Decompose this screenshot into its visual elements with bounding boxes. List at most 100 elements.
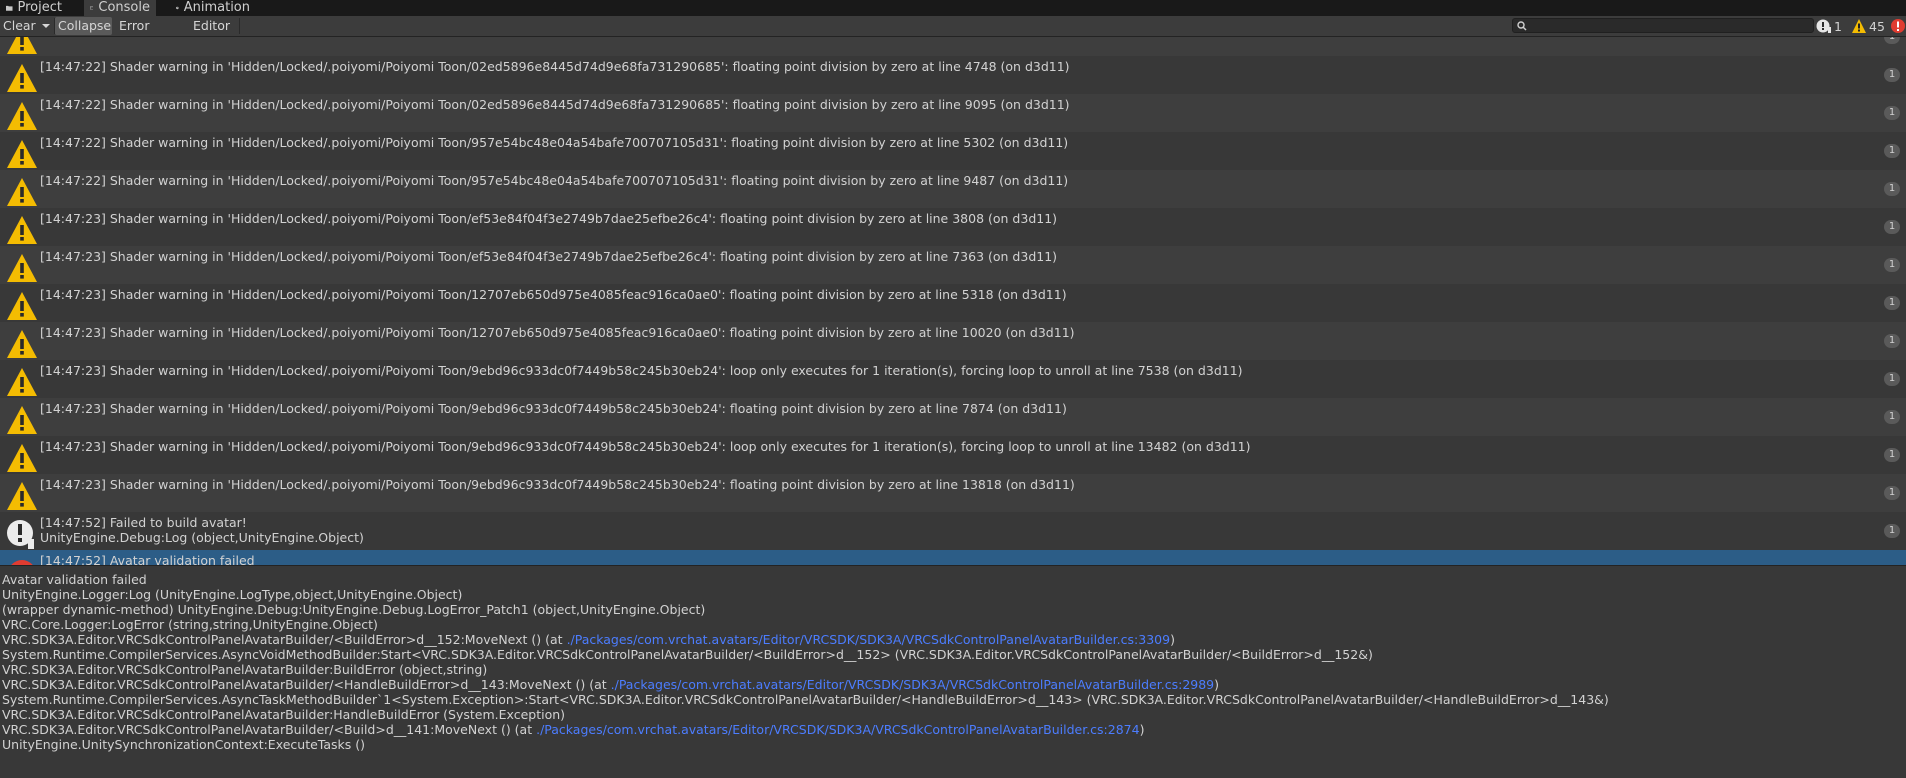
log-entry[interactable]: [14:47:52] Avatar validation failed: [0, 550, 1906, 565]
collapse-count-badge: 1: [1884, 524, 1900, 538]
log-entry[interactable]: [14:47:23] Shader warning in 'Hidden/Loc…: [0, 246, 1906, 284]
log-entry-detail: UnityEngine.Debug:Log (object,UnityEngin…: [40, 530, 364, 545]
stack-trace-text: System.Runtime.CompilerServices.AsyncVoi…: [2, 647, 1373, 662]
stack-trace-line: VRC.Core.Logger:LogError (string,string,…: [2, 617, 378, 632]
log-count: 1: [1834, 18, 1842, 34]
log-entry[interactable]: [14:47:22] Shader warning in 'Hidden/Loc…: [0, 132, 1906, 170]
stack-trace-line: UnityEngine.Logger:Log (UnityEngine.LogT…: [2, 587, 462, 602]
tab-animation[interactable]: Animation: [170, 0, 256, 16]
stack-trace-text: VRC.SDK3A.Editor.VRCSdkControlPanelAvata…: [2, 632, 567, 647]
log-entry-message: [14:47:23] Shader warning in 'Hidden/Loc…: [40, 439, 1251, 454]
log-entry-message: [14:47:23] Shader warning in 'Hidden/Loc…: [40, 249, 1058, 264]
log-entry[interactable]: [14:47:22] Shader warning in 'Hidden/Loc…: [0, 56, 1906, 94]
collapse-toggle[interactable]: Collapse: [55, 17, 112, 35]
tab-animation-label: Animation: [183, 0, 250, 15]
warning-icon: [1852, 19, 1866, 33]
log-entry[interactable]: [14:47:22] Shader warning in 'Hidden/Loc…: [0, 170, 1906, 208]
error-count-toggle[interactable]: [1890, 16, 1906, 36]
warning-count: 45: [1869, 18, 1885, 34]
error-pause-toggle[interactable]: Error Pause: [116, 17, 188, 51]
log-entry[interactable]: 1: [0, 37, 1906, 56]
stack-trace-suffix: ): [1214, 677, 1220, 692]
stack-trace-line: VRC.SDK3A.Editor.VRCSdkControlPanelAvata…: [2, 677, 1219, 692]
collapse-count-badge: 1: [1884, 486, 1900, 500]
log-entry[interactable]: [14:47:23] Shader warning in 'Hidden/Loc…: [0, 322, 1906, 360]
chevron-down-icon: [42, 24, 50, 28]
log-entry-message: [14:47:22] Shader warning in 'Hidden/Loc…: [40, 97, 1070, 112]
source-file-link[interactable]: ./Packages/com.vrchat.avatars/Editor/VRC…: [611, 677, 1215, 692]
collapse-count-badge: 1: [1884, 182, 1900, 196]
stack-trace-text: VRC.SDK3A.Editor.VRCSdkControlPanelAvata…: [2, 707, 566, 722]
stack-trace-text: (wrapper dynamic-method) UnityEngine.Deb…: [2, 602, 706, 617]
stack-trace-text: UnityEngine.UnitySynchronizationContext:…: [2, 737, 366, 752]
collapse-count-badge: 1: [1884, 372, 1900, 386]
log-entry[interactable]: [14:47:23] Shader warning in 'Hidden/Loc…: [0, 474, 1906, 512]
log-entry-message: [14:47:23] Shader warning in 'Hidden/Loc…: [40, 287, 1067, 302]
log-entry[interactable]: [14:47:23] Shader warning in 'Hidden/Loc…: [0, 284, 1906, 322]
warning-count-toggle[interactable]: 45: [1851, 16, 1885, 36]
search-input[interactable]: [1529, 19, 1809, 32]
log-entry-message: [14:47:52] Avatar validation failed: [40, 553, 255, 565]
stack-trace-line: VRC.SDK3A.Editor.VRCSdkControlPanelAvata…: [2, 722, 1144, 737]
log-list[interactable]: 1 [14:47:22] Shader warning in 'Hidden/Lo…: [0, 37, 1906, 565]
log-entry-message: [14:47:23] Shader warning in 'Hidden/Loc…: [40, 477, 1075, 492]
stack-trace-text: UnityEngine.Logger:Log (UnityEngine.LogT…: [2, 587, 463, 602]
stack-trace-line: System.Runtime.CompilerServices.AsyncVoi…: [2, 647, 1373, 662]
collapse-count-badge: 1: [1884, 410, 1900, 424]
stack-trace-line: VRC.SDK3A.Editor.VRCSdkControlPanelAvata…: [2, 632, 1175, 647]
source-file-link[interactable]: ./Packages/com.vrchat.avatars/Editor/VRC…: [536, 722, 1140, 737]
log-entry-message: [14:47:22] Shader warning in 'Hidden/Loc…: [40, 135, 1069, 150]
stack-trace-text: VRC.Core.Logger:LogError (string,string,…: [2, 617, 378, 632]
warning-icon: [6, 290, 38, 322]
log-entry-message: [14:47:52] Failed to build avatar!: [40, 515, 247, 530]
toolbar-divider: [239, 18, 240, 34]
log-entry[interactable]: [14:47:22] Shader warning in 'Hidden/Loc…: [0, 94, 1906, 132]
animation-icon: [176, 6, 179, 10]
log-entry-message: [14:47:22] Shader warning in 'Hidden/Loc…: [40, 173, 1069, 188]
info-icon: [1816, 19, 1831, 33]
warning-icon: [6, 366, 38, 398]
stack-trace-line: System.Runtime.CompilerServices.AsyncTas…: [2, 692, 1609, 707]
warning-icon: [6, 442, 38, 474]
console-icon: [90, 6, 94, 10]
stack-trace-line: UnityEngine.UnitySynchronizationContext:…: [2, 737, 365, 752]
stack-trace-line: VRC.SDK3A.Editor.VRCSdkControlPanelAvata…: [2, 662, 487, 677]
stack-trace-panel[interactable]: Avatar validation failed UnityEngine.Logg…: [0, 566, 1906, 778]
editor-dropdown[interactable]: Editor: [190, 17, 238, 47]
tab-console-label: Console: [98, 0, 150, 15]
clear-options-dropdown[interactable]: [38, 17, 54, 35]
tab-project[interactable]: Project: [0, 0, 68, 16]
warning-icon: [6, 214, 38, 246]
warning-icon: [6, 328, 38, 360]
collapse-count-badge: 1: [1884, 334, 1900, 348]
error-icon: [1891, 19, 1905, 33]
editor-dropdown-label: Editor: [193, 18, 230, 33]
log-entry[interactable]: [14:47:23] Shader warning in 'Hidden/Loc…: [0, 208, 1906, 246]
log-count-toggle[interactable]: 1: [1816, 16, 1842, 36]
clear-button[interactable]: Clear: [0, 17, 38, 35]
collapse-count-badge: 1: [1884, 448, 1900, 462]
collapse-count-badge: 1: [1884, 68, 1900, 82]
collapse-count-badge: 1: [1884, 144, 1900, 158]
stack-trace-text: VRC.SDK3A.Editor.VRCSdkControlPanelAvata…: [2, 722, 537, 737]
stack-trace-suffix: ): [1170, 632, 1175, 647]
warning-icon: [6, 404, 38, 436]
search-field[interactable]: [1512, 18, 1814, 33]
log-entry-message: [14:47:23] Shader warning in 'Hidden/Loc…: [40, 401, 1067, 416]
tab-console[interactable]: Console: [84, 0, 156, 16]
log-entry[interactable]: [14:47:23] Shader warning in 'Hidden/Loc…: [0, 436, 1906, 474]
stack-trace-text: VRC.SDK3A.Editor.VRCSdkControlPanelAvata…: [2, 677, 611, 692]
warning-icon: [6, 37, 38, 56]
folder-icon: [6, 5, 13, 11]
log-entry[interactable]: [14:47:52] Failed to build avatar! UnityE…: [0, 512, 1906, 550]
collapse-count-badge: 1: [1884, 220, 1900, 234]
stack-trace-line: (wrapper dynamic-method) UnityEngine.Deb…: [2, 602, 705, 617]
search-icon: [1517, 21, 1527, 31]
stack-trace-text: VRC.SDK3A.Editor.VRCSdkControlPanelAvata…: [2, 662, 488, 677]
stack-trace-suffix: ): [1139, 722, 1145, 737]
error-icon: [6, 558, 38, 565]
log-entry[interactable]: [14:47:23] Shader warning in 'Hidden/Loc…: [0, 398, 1906, 436]
log-entry[interactable]: [14:47:23] Shader warning in 'Hidden/Loc…: [0, 360, 1906, 398]
stack-trace-line: Avatar validation failed: [2, 572, 147, 587]
source-file-link[interactable]: ./Packages/com.vrchat.avatars/Editor/VRC…: [567, 632, 1171, 647]
